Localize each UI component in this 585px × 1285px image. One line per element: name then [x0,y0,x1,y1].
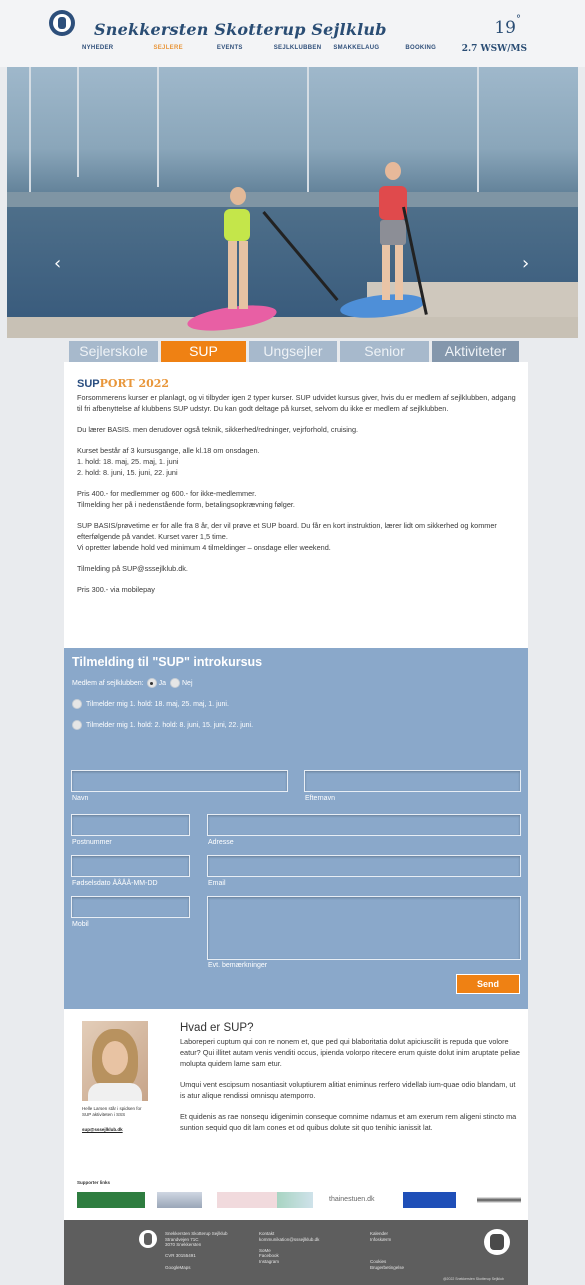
member-yes-radio[interactable] [146,678,157,688]
tab-senior[interactable]: Senior [340,341,429,362]
footer-address: Snekkersten Skotterup Sejlklub Strandvej… [165,1231,228,1270]
club-logo-icon[interactable] [49,10,75,36]
nav-item-nyheder[interactable]: NYHEDER [82,45,113,51]
notes-field[interactable] [207,896,521,960]
birthdate-field[interactable] [71,855,190,877]
course-description: Forsommerens kurser er planlagt, og vi t… [77,392,522,605]
pier-front [7,317,578,338]
mobile-label: Mobil [72,921,89,928]
postal-field[interactable] [71,814,190,836]
tab-sejlerskole[interactable]: Sejlerskole [69,341,158,362]
site-header: Snekkersten Skotterup Sejlklub NYHEDER S… [0,0,585,67]
option-1-label: Tilmelder mig 1. hold: 18. maj, 25. maj,… [86,700,229,708]
copyright: @2022 Snekkersten Skotterup Sejlklub [443,1277,504,1281]
instructor-photo [82,1021,148,1101]
mobile-field[interactable] [71,896,190,918]
tab-sup[interactable]: SUP [161,341,246,362]
info-heading: Hvad er SUP? [180,1022,254,1034]
mast [29,67,31,207]
paragraph: Tilmelding på SUP@sssejlklub.dk. [77,564,188,573]
contact-email-link[interactable]: sup@sssejlklub.dk [82,1127,123,1132]
nav-item-smakkelaug[interactable]: SMAKKELAUG [333,45,379,51]
page-title-highlight: SUP [77,378,100,390]
signup-form: Tilmelding til "SUP" introkursus Medlem … [64,648,528,1009]
address-field[interactable] [207,814,521,836]
info-text: Laboreperi cuptum qui con re nonem et, q… [180,1036,520,1143]
email-field[interactable] [207,855,521,877]
carousel-prev-arrow-icon[interactable]: ‹ [54,253,61,274]
supporter-logo[interactable] [403,1192,456,1208]
main-nav: NYHEDER SEJLERE EVENTS SEJLKLUBBEN SMAKK… [82,45,436,51]
tab-ungsejler[interactable]: Ungsejler [249,341,337,362]
send-button[interactable]: Send [456,974,520,994]
supporters-label: Supporter links [77,1180,111,1185]
name-label: Navn [72,795,89,802]
page-title-rest: PORT 2022 [99,377,170,390]
option-row-1: Tilmelder mig 1. hold: 18. maj, 25. maj,… [72,699,229,709]
option-2-radio[interactable] [72,720,82,730]
supporter-logo[interactable] [157,1192,202,1208]
paragraph: Pris 400.- for medlemmer og 600.- for ik… [77,489,295,509]
supporter-logo[interactable] [277,1192,313,1208]
option-row-2: Tilmelder mig 1. hold: 2. hold: 8. juni,… [72,720,253,730]
member-label: Medlem af sejlklubben: [72,679,144,687]
paragraph: Laboreperi cuptum qui con re nonem et, q… [180,1037,520,1068]
supporter-logo[interactable] [217,1192,283,1208]
supporter-logo-thainestuen[interactable]: thainestuen.dk [329,1192,389,1208]
paddler-left [222,187,252,312]
mast [77,67,79,177]
nav-item-booking[interactable]: BOOKING [405,45,436,51]
mast [307,67,309,192]
footer-links[interactable]: Kalender Infoskærm Cookies Brugerbetinge… [370,1231,404,1270]
main-content: SUPPORT 2022 Forsommerens kurser er plan… [64,362,528,648]
postal-label: Postnummer [72,839,112,846]
club-name[interactable]: Snekkersten Skotterup Sejlklub [94,20,387,39]
paragraph: Kurset består af 3 kursusgange, alle kl.… [77,446,260,477]
address-label: Adresse [208,839,234,846]
nav-item-sejlere[interactable]: SEJLERE [153,45,182,51]
supporter-logo[interactable] [77,1192,145,1208]
temperature: 19° [494,14,521,38]
lastname-label: Efternavn [305,795,335,802]
lastname-field[interactable] [304,770,521,792]
footer-badge-icon [484,1229,510,1255]
footer-contact[interactable]: Kontakt kommunikation@sssejlklub.dk SoMe… [259,1231,319,1265]
option-1-radio[interactable] [72,699,82,709]
member-yes-label: Ja [158,679,166,687]
notes-label: Evt. bemærkninger [208,962,268,969]
member-question: Medlem af sejlklubben: Ja Nej [72,678,193,688]
info-section: Helle Larsen står i spidsen for SUP akti… [64,1009,528,1220]
paragraph: Et quidenis as rae nonsequ idigenimin co… [180,1112,517,1132]
form-title: Tilmelding til "SUP" introkursus [72,655,263,669]
nav-item-events[interactable]: EVENTS [217,45,243,51]
member-no-label: Nej [182,679,193,687]
paragraph: Umqui vent escipsum nosantiasit voluptiu… [180,1080,516,1100]
paragraph: Pris 300.- via mobilepay [77,585,155,594]
photo-caption: Helle Larsen står i spidsen for SUP akti… [82,1106,142,1117]
paragraph: Du lærer BASIS. men derudover også tekni… [77,425,359,434]
hero-carousel[interactable]: ‹ › [7,67,578,338]
option-2-label: Tilmelder mig 1. hold: 2. hold: 8. juni,… [86,721,254,729]
nav-item-sejlklubben[interactable]: SEJLKLUBBEN [274,45,322,51]
temperature-unit: ° [516,14,521,26]
wind-readout: 2.7 WSW/MS [461,44,527,54]
page-title: SUPPORT 2022 [77,377,169,390]
supporter-logos: thainestuen.dk [77,1192,522,1210]
temperature-value: 19 [494,18,516,38]
birthdate-label: Fødselsdato ÅÅÅÅ-MM-DD [72,880,158,887]
mast [477,67,479,197]
member-no-radio[interactable] [170,678,180,688]
mast [157,67,159,187]
name-field[interactable] [71,770,288,792]
paragraph: Forsommerens kurser er planlagt, og vi t… [77,393,516,413]
carousel-next-arrow-icon[interactable]: › [522,253,529,274]
footer-logo-icon [139,1230,157,1248]
supporter-logo[interactable] [477,1192,521,1208]
paddler-right [377,162,409,302]
tab-aktiviteter[interactable]: Aktiviteter [432,341,519,362]
section-tabs: Sejlerskole SUP Ungsejler Senior Aktivit… [69,341,519,362]
paragraph: SUP BASIS/prøvetime er for alle fra 8 år… [77,521,497,552]
site-footer: Snekkersten Skotterup Sejlklub Strandvej… [64,1220,528,1285]
email-label: Email [208,880,226,887]
